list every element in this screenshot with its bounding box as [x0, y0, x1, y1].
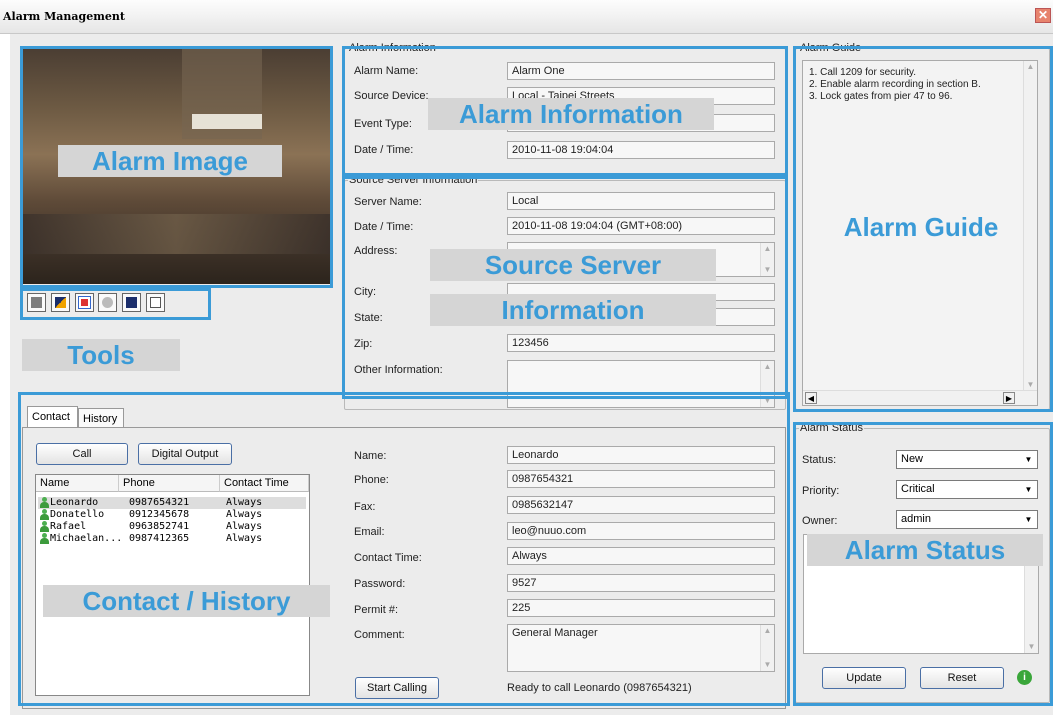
alert-tool-button[interactable] — [51, 293, 70, 312]
contact-email-field[interactable]: leo@nuuo.com — [507, 522, 775, 540]
contact-password-label: Password: — [354, 578, 406, 590]
alarm-status-legend: Alarm Status — [799, 422, 864, 434]
contact-email-label: Email: — [354, 526, 385, 538]
other-info-label: Other Information: — [354, 364, 443, 376]
table-row[interactable]: Michaelan... 0987412365 Always — [38, 533, 306, 545]
contact-name-field[interactable]: Leonardo — [507, 446, 775, 464]
alarm-info-caption: Alarm Information — [428, 98, 714, 130]
window-client: Alarm Information Alarm Name: Alarm One … — [10, 34, 1053, 715]
contact-phone-label: Phone: — [354, 474, 389, 486]
tools-caption: Tools — [22, 339, 180, 371]
column-header-name[interactable]: Name — [36, 475, 119, 492]
tab-contact[interactable]: Contact — [27, 406, 78, 428]
chevron-down-icon: ▼ — [1024, 515, 1033, 524]
address-label: Address: — [354, 245, 398, 257]
alarm-status-caption: Alarm Status — [807, 534, 1043, 566]
person-icon — [40, 509, 49, 520]
contact-comment-label: Comment: — [354, 629, 405, 641]
other-info-scrollbar[interactable]: ▲ ▼ — [760, 361, 774, 407]
start-calling-button[interactable]: Start Calling — [355, 677, 439, 699]
digital-output-button[interactable]: Digital Output — [138, 443, 232, 465]
info-icon[interactable]: i — [1017, 670, 1032, 685]
server-datetime-field[interactable]: 2010-11-08 19:04:04 (GMT+08:00) — [507, 217, 775, 235]
event-type-label: Event Type: — [354, 118, 412, 130]
tab-history[interactable]: History — [78, 408, 124, 428]
copy-tool-button[interactable] — [146, 293, 165, 312]
comment-scrollbar[interactable]: ▲ ▼ — [760, 625, 774, 671]
call-button[interactable]: Call — [36, 443, 128, 465]
title-bar: Alarm Management ✕ — [0, 0, 1053, 34]
close-button[interactable]: ✕ — [1035, 8, 1051, 23]
server-name-label: Server Name: — [354, 196, 422, 208]
zip-field[interactable]: 123456 — [507, 334, 775, 352]
contact-history-caption: Contact / History — [43, 585, 330, 617]
contact-permit-label: Permit #: — [354, 604, 399, 616]
person-icon — [40, 521, 49, 532]
person-icon — [40, 533, 49, 544]
city-label: City: — [354, 286, 376, 298]
column-header-phone[interactable]: Phone — [119, 475, 220, 492]
alarm-datetime-field[interactable]: 2010-11-08 19:04:04 — [507, 141, 775, 159]
address-scrollbar[interactable]: ▲ ▼ — [760, 243, 774, 276]
server-datetime-label: Date / Time: — [354, 221, 414, 233]
contact-time-field[interactable]: Always — [507, 547, 775, 565]
alarm-guide-legend: Alarm Guide — [799, 42, 863, 54]
table-row[interactable]: Leonardo 0987654321 Always — [38, 497, 306, 509]
alarm-name-label: Alarm Name: — [354, 65, 419, 77]
source-server-caption-2: Information — [430, 294, 716, 326]
state-label: State: — [354, 312, 383, 324]
alarm-datetime-label: Date / Time: — [354, 144, 414, 156]
person-icon — [40, 497, 49, 508]
contact-fax-label: Fax: — [354, 501, 376, 513]
owner-select[interactable]: admin ▼ — [896, 510, 1038, 529]
alarm-guide-caption: Alarm Guide — [843, 212, 999, 242]
source-device-label: Source Device: — [354, 90, 429, 102]
table-row[interactable]: Rafael 0963852741 Always — [38, 521, 306, 533]
guide-line: 2. Enable alarm recording in section B. — [809, 79, 981, 90]
contact-permit-field[interactable]: 225 — [507, 599, 775, 617]
playback-tool-button[interactable] — [122, 293, 141, 312]
window-title: Alarm Management — [3, 10, 125, 23]
chevron-down-icon: ▼ — [1024, 485, 1033, 494]
priority-select[interactable]: Critical ▼ — [896, 480, 1038, 499]
contact-comment-field[interactable]: General Manager — [507, 624, 775, 672]
chevron-down-icon: ▼ — [1024, 455, 1033, 464]
table-row[interactable]: Donatello 0912345678 Always — [38, 509, 306, 521]
settings-tool-button[interactable] — [98, 293, 117, 312]
reset-button[interactable]: Reset — [920, 667, 1004, 689]
call-status-text: Ready to call Leonardo (0987654321) — [507, 682, 692, 694]
guide-horizontal-scrollbar[interactable]: ◀ ▶ — [803, 390, 1037, 405]
contact-password-field[interactable]: 9527 — [507, 574, 775, 592]
other-info-field[interactable] — [507, 360, 775, 408]
status-label: Status: — [802, 454, 837, 466]
alarm-image-caption: Alarm Image — [58, 145, 282, 177]
server-name-field[interactable]: Local — [507, 192, 775, 210]
guide-line: 3. Lock gates from pier 47 to 96. — [809, 91, 953, 102]
contact-time-label: Contact Time: — [354, 552, 422, 564]
alarm-name-field[interactable]: Alarm One — [507, 62, 775, 80]
priority-label: Priority: — [802, 485, 840, 497]
status-select[interactable]: New ▼ — [896, 450, 1038, 469]
export-tool-button[interactable] — [75, 293, 94, 312]
contact-name-label: Name: — [354, 450, 387, 462]
owner-label: Owner: — [802, 515, 838, 527]
source-server-legend: Source Server Information — [348, 174, 479, 186]
contact-fax-field[interactable]: 0985632147 — [507, 496, 775, 514]
contact-phone-field[interactable]: 0987654321 — [507, 470, 775, 488]
guide-line: 1. Call 1209 for security. — [809, 67, 917, 78]
source-server-caption-1: Source Server — [430, 249, 716, 281]
column-header-contact-time[interactable]: Contact Time — [220, 475, 309, 492]
snapshot-tool-button[interactable] — [27, 293, 46, 312]
zip-label: Zip: — [354, 338, 373, 350]
update-button[interactable]: Update — [822, 667, 906, 689]
alarm-information-legend: Alarm Information — [348, 42, 437, 54]
